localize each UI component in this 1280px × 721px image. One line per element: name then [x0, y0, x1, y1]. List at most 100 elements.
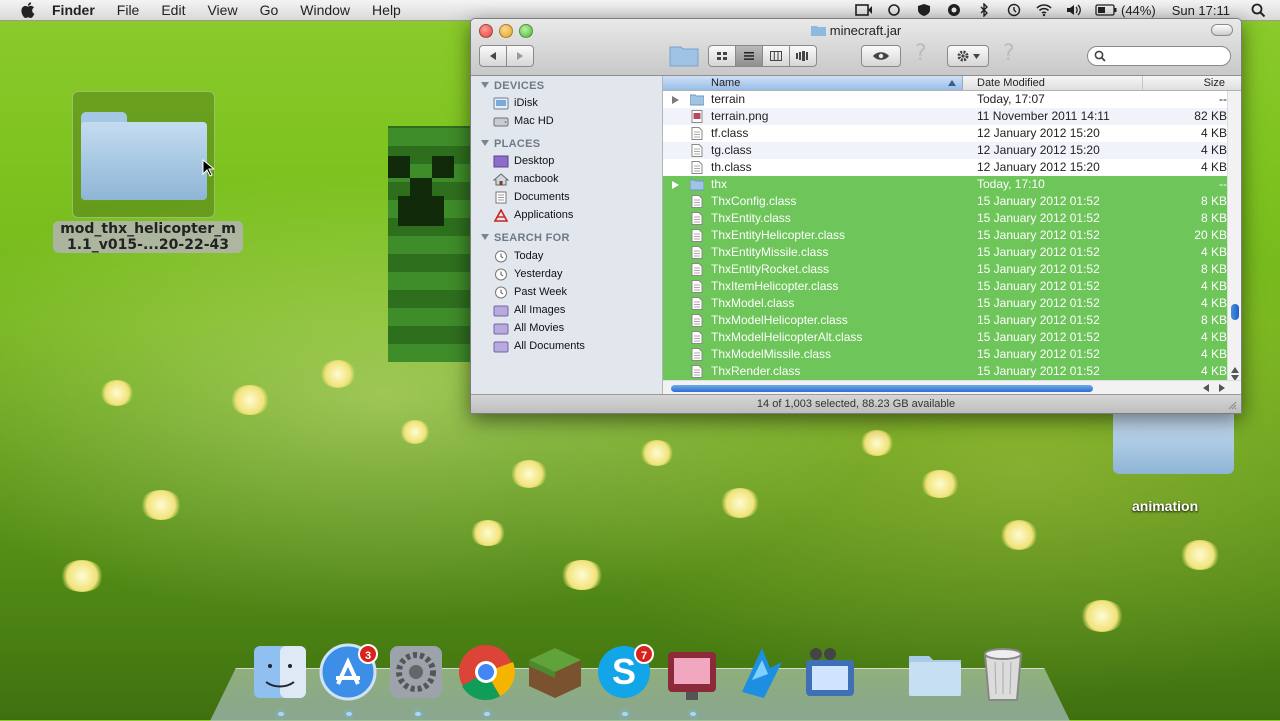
sidebar-item-applications[interactable]: Applications	[493, 207, 573, 223]
disclosure-triangle-icon[interactable]	[672, 181, 679, 189]
table-row[interactable]: ThxRender.class 15 January 2012 01:52 4 KB	[663, 363, 1227, 380]
file-icon	[691, 127, 703, 140]
view-column-button[interactable]	[762, 45, 790, 67]
table-row[interactable]: ThxModelMissile.class 15 January 2012 01:…	[663, 346, 1227, 363]
back-button[interactable]	[479, 45, 507, 67]
table-row[interactable]: th.class 12 January 2012 15:20 4 KB	[663, 159, 1227, 176]
sidebar-item-past-week[interactable]: Past Week	[493, 284, 567, 300]
column-header-size[interactable]: Size	[1143, 76, 1241, 90]
sidebar-item-all-documents[interactable]: All Documents	[493, 338, 585, 354]
wifi-icon[interactable]	[1035, 3, 1053, 17]
menu-help[interactable]: Help	[372, 2, 401, 18]
scroll-left-arrow-icon[interactable]	[1203, 384, 1209, 392]
time-machine-icon[interactable]	[1005, 3, 1023, 17]
table-row[interactable]: ThxModelHelicopterAlt.class 15 January 20…	[663, 329, 1227, 346]
toolbar-toggle-button[interactable]	[1211, 24, 1233, 36]
sidebar-heading-places[interactable]: PLACES	[481, 138, 540, 150]
table-row[interactable]: ThxEntityRocket.class 15 January 2012 01:…	[663, 261, 1227, 278]
sidebar-item-yesterday[interactable]: Yesterday	[493, 266, 563, 282]
dock-item-app-store[interactable]: 3	[318, 642, 378, 702]
scroll-right-arrow-icon[interactable]	[1219, 384, 1225, 392]
menu-file[interactable]: File	[117, 2, 140, 18]
menu-window[interactable]: Window	[300, 2, 350, 18]
vertical-scroll-thumb[interactable]	[1231, 304, 1239, 320]
help-icon-2: ?	[1003, 41, 1015, 66]
table-row[interactable]: ThxEntityMissile.class 15 January 2012 01…	[663, 244, 1227, 261]
dock-item-trash[interactable]	[973, 642, 1033, 702]
sidebar-item-label: Past Week	[514, 286, 567, 298]
dock-item-system-preferences[interactable]	[386, 642, 446, 702]
quick-look-button[interactable]	[861, 45, 901, 67]
table-row[interactable]: ThxEntityHelicopter.class 15 January 2012…	[663, 227, 1227, 244]
table-row[interactable]: ThxItemHelicopter.class 15 January 2012 0…	[663, 278, 1227, 295]
desktop-folder-animation[interactable]	[1113, 410, 1234, 474]
dock-item-minecraft[interactable]	[525, 642, 585, 702]
menu-view[interactable]: View	[207, 2, 237, 18]
dock-item-finder[interactable]	[250, 642, 310, 702]
search-input[interactable]	[1110, 48, 1226, 66]
table-row[interactable]: terrain.png 11 November 2011 14:11 82 KB	[663, 108, 1227, 125]
view-list-button[interactable]	[735, 45, 763, 67]
disclosure-triangle-icon	[481, 234, 489, 240]
table-row[interactable]: terrain Today, 17:07 --	[663, 91, 1227, 108]
sync-icon[interactable]	[945, 3, 963, 17]
column-header-date[interactable]: Date Modified	[963, 76, 1143, 90]
view-icon-button[interactable]	[708, 45, 736, 67]
desktop-folder-label[interactable]: mod_thx_helicopter_m 1.1_v015-...20-22-4…	[53, 221, 243, 253]
table-row[interactable]: tg.class 12 January 2012 15:20 4 KB	[663, 142, 1227, 159]
volume-icon[interactable]	[1065, 3, 1083, 17]
menu-go[interactable]: Go	[260, 2, 279, 18]
bluetooth-icon[interactable]	[975, 3, 993, 17]
screen-recorder-icon[interactable]	[855, 3, 873, 17]
desktop-folder-selected[interactable]	[72, 91, 215, 218]
folder-stack-icon	[909, 656, 961, 696]
path-folder-icon[interactable]	[669, 43, 699, 67]
search-field[interactable]	[1087, 46, 1231, 66]
sidebar-item-home[interactable]: macbook	[493, 171, 559, 187]
shield-icon[interactable]	[915, 3, 933, 17]
forward-button[interactable]	[506, 45, 534, 67]
dock-item-chrome[interactable]	[456, 642, 516, 702]
apple-menu-icon[interactable]	[20, 2, 36, 18]
view-coverflow-button[interactable]	[789, 45, 817, 67]
table-row[interactable]: ThxConfig.class 15 January 2012 01:52 8 KB	[663, 193, 1227, 210]
disclosure-triangle-icon[interactable]	[672, 96, 679, 104]
sidebar-item-desktop[interactable]: Desktop	[493, 153, 554, 169]
action-menu-button[interactable]	[947, 45, 989, 67]
file-date: 15 January 2012 01:52	[977, 279, 1100, 293]
sidebar-item-all-images[interactable]: All Images	[493, 302, 565, 318]
dropbox-icon[interactable]	[885, 3, 903, 17]
sidebar-item-idisk[interactable]: iDisk	[493, 95, 538, 111]
resize-grip-icon[interactable]	[1227, 400, 1237, 410]
sidebar-item-all-movies[interactable]: All Movies	[493, 320, 564, 336]
dock-item-app-7[interactable]	[732, 642, 792, 702]
sidebar-heading-search-for[interactable]: SEARCH FOR	[481, 232, 570, 244]
menu-extras: (44%) Sun 17:11	[855, 0, 1268, 20]
table-row[interactable]: ThxModelHelicopter.class 15 January 2012 …	[663, 312, 1227, 329]
sidebar-item-documents[interactable]: Documents	[493, 189, 570, 205]
sidebar-item-today[interactable]: Today	[493, 248, 543, 264]
sidebar-heading-devices[interactable]: DEVICES	[481, 80, 544, 92]
desktop-folder-animation-label[interactable]: animation	[1132, 498, 1198, 514]
menu-finder[interactable]: Finder	[52, 2, 95, 18]
battery-status[interactable]: (44%)	[1095, 3, 1156, 18]
clock[interactable]: Sun 17:11	[1172, 3, 1230, 18]
spotlight-icon[interactable]	[1250, 3, 1268, 17]
dock-item-app-8[interactable]	[800, 642, 860, 702]
scroll-up-arrow-icon[interactable]	[1231, 367, 1239, 373]
horizontal-scroll-thumb[interactable]	[671, 385, 1093, 392]
dock-item-skype[interactable]: S7	[594, 642, 654, 702]
table-row[interactable]: ThxEntity.class 15 January 2012 01:52 8 KB	[663, 210, 1227, 227]
dock-item-photo-booth[interactable]	[662, 642, 722, 702]
finder-window: minecraft.jar ? ? DEVICES iDisk Mac HD P…	[470, 18, 1242, 414]
table-row[interactable]: thx Today, 17:10 --	[663, 176, 1227, 193]
horizontal-scrollbar[interactable]	[663, 380, 1241, 394]
sidebar-item-mac-hd[interactable]: Mac HD	[493, 113, 554, 129]
table-row[interactable]: tf.class 12 January 2012 15:20 4 KB	[663, 125, 1227, 142]
smart-folder-icon	[493, 341, 509, 352]
column-header-name[interactable]: Name	[663, 76, 963, 90]
vertical-scrollbar[interactable]	[1227, 91, 1241, 381]
dock-item-folder-stack[interactable]	[905, 642, 965, 702]
table-row[interactable]: ThxModel.class 15 January 2012 01:52 4 KB	[663, 295, 1227, 312]
menu-edit[interactable]: Edit	[161, 2, 185, 18]
